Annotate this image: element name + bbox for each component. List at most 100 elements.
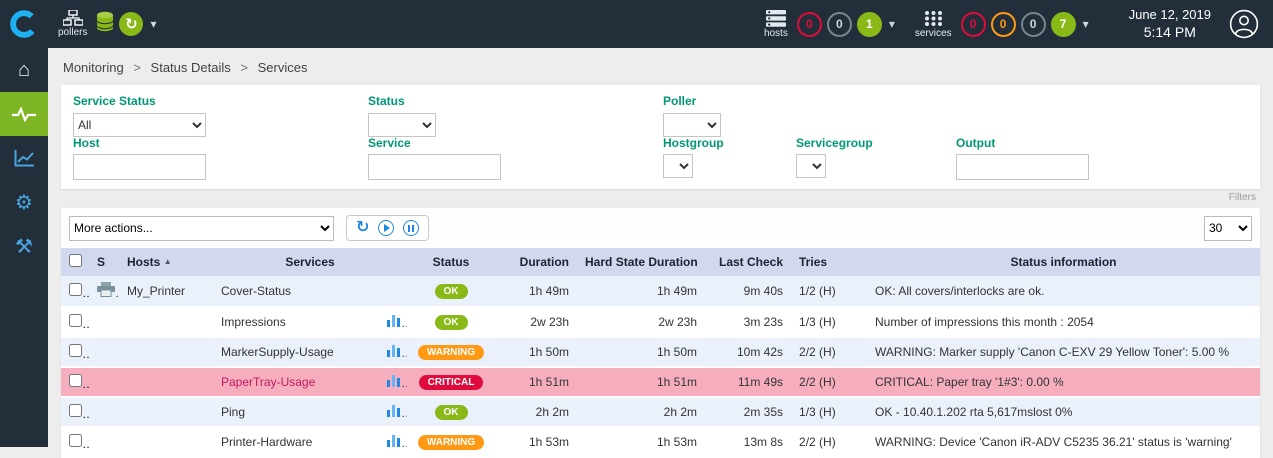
poller-select[interactable] [663,113,721,137]
services-warning-count[interactable]: 0 [991,12,1016,37]
database-icon [96,11,114,33]
hosts-down-count[interactable]: 0 [797,12,822,37]
current-date: June 12, 2019 [1129,6,1211,24]
chevron-down-icon[interactable]: ▾ [1083,17,1089,31]
sidebar-item-configuration[interactable]: ⚙ [0,180,48,224]
pause-button[interactable] [403,220,419,236]
servicegroup-select[interactable] [796,154,826,178]
sync-ok-icon: ↻ [125,15,138,33]
sidebar-item-monitoring[interactable] [0,92,48,136]
header-services[interactable]: Services [213,248,407,276]
service-link[interactable]: Ping [221,405,245,419]
breadcrumb-separator: > [133,60,141,75]
services-ok-count[interactable]: 7 [1051,12,1076,37]
hosts-indicator[interactable]: hosts [764,10,788,39]
sidebar-item-administration[interactable]: ⚒ [0,224,48,268]
pause-icon [408,225,414,232]
services-critical-count[interactable]: 0 [961,12,986,37]
graph-icon[interactable] [387,434,401,447]
row-checkbox[interactable] [69,283,82,296]
duration-cell: 1h 50m [495,337,577,367]
current-time: 5:14 PM [1129,23,1211,42]
user-profile-button[interactable] [1229,9,1259,39]
refresh-button[interactable]: ↻ [356,220,369,236]
service-status-select[interactable]: All [73,113,206,137]
header-duration[interactable]: Duration [495,248,577,276]
host-link[interactable]: My_Printer [127,284,185,298]
filters-toggle[interactable]: Filters [61,189,1260,208]
row-checkbox[interactable] [69,344,82,357]
graph-icon[interactable] [387,404,401,417]
breadcrumb-services[interactable]: Services [258,60,308,75]
breadcrumb-status-details[interactable]: Status Details [151,60,231,75]
breadcrumb-monitoring[interactable]: Monitoring [63,60,124,75]
service-link[interactable]: PaperTray-Usage [221,375,315,389]
host-field [73,154,206,180]
tools-icon: ⚒ [15,234,33,259]
refresh-controls: ↻ [346,215,429,241]
sort-asc-icon[interactable]: ▲ [164,257,172,266]
select-all-checkbox[interactable] [69,254,82,267]
services-unknown-count[interactable]: 0 [1021,12,1046,37]
services-indicator[interactable]: services [915,10,952,39]
service-link[interactable]: Cover-Status [221,284,291,298]
service-field [368,154,501,180]
hostgroup-select[interactable] [663,154,693,178]
header-s[interactable]: S [89,248,119,276]
row-checkbox[interactable] [69,404,82,417]
service-link[interactable]: MarkerSupply-Usage [221,345,334,359]
hard-state-duration-cell: 2h 2m [577,397,705,427]
status-select[interactable] [368,113,436,137]
row-checkbox[interactable] [69,434,82,447]
status-badge: OK [435,284,468,299]
more-actions-select[interactable]: More actions... [69,216,334,241]
row-checkbox[interactable] [69,374,82,387]
play-button[interactable] [378,220,394,236]
row-checkbox[interactable] [69,314,82,327]
header-last-check[interactable]: Last Check [705,248,791,276]
hosts-unreachable-count[interactable]: 0 [827,12,852,37]
hosts-label: hosts [764,28,788,39]
pollers-indicator[interactable]: pollers [58,10,87,38]
services-status-group: services 0 0 0 7 ▾ [915,10,1089,39]
last-check-cell: 2m 35s [705,397,791,427]
status-badge: OK [435,405,468,420]
status-information-cell: Number of impressions this month : 2054 [867,307,1260,337]
printer-icon [97,282,115,297]
actions-toolbar: More actions... ↻ 30 [61,208,1260,248]
poller-database-indicator[interactable] [96,11,114,38]
sidebar-item-home[interactable]: ⌂ [0,48,48,92]
hard-state-duration-cell: 1h 51m [577,367,705,397]
host-input[interactable] [73,154,206,180]
pollers-icon [63,10,83,26]
chevron-down-icon[interactable]: ▾ [150,17,156,31]
header-status-information[interactable]: Status information [867,248,1260,276]
heartbeat-icon [12,107,36,122]
status-badge: WARNING [418,345,484,360]
table-row: MarkerSupply-Usage WARNING 1h 50m 1h 50m… [61,337,1260,367]
table-header-row: S Hosts ▲ Services Status Duration Hard … [61,248,1260,276]
hosts-icon [766,10,786,27]
chevron-down-icon[interactable]: ▾ [889,17,895,31]
table-row: Impressions OK 2w 23h 2w 23h 3m 23s 1/3 … [61,307,1260,337]
tries-cell: 1/3 (H) [791,307,867,337]
header-status[interactable]: Status [407,248,495,276]
output-input[interactable] [956,154,1089,180]
service-link[interactable]: Impressions [221,315,286,329]
duration-cell: 1h 49m [495,276,577,307]
page-size-select[interactable]: 30 [1204,216,1252,241]
header-hard-state-duration[interactable]: Hard State Duration [577,248,705,276]
header-hosts[interactable]: Hosts ▲ [119,248,213,276]
poller-latency-indicator[interactable]: ↻ [119,12,143,36]
poller-field [663,113,721,137]
service-input[interactable] [368,154,501,180]
service-status-field: All [73,113,206,137]
centreon-logo[interactable] [0,0,48,48]
duration-cell: 1h 53m [495,427,577,457]
graph-icon[interactable] [387,374,401,387]
header-tries[interactable]: Tries [791,248,867,276]
graph-icon[interactable] [387,314,401,327]
sidebar-item-reporting[interactable] [0,136,48,180]
hosts-up-count[interactable]: 1 [857,12,882,37]
graph-icon[interactable] [387,344,401,357]
